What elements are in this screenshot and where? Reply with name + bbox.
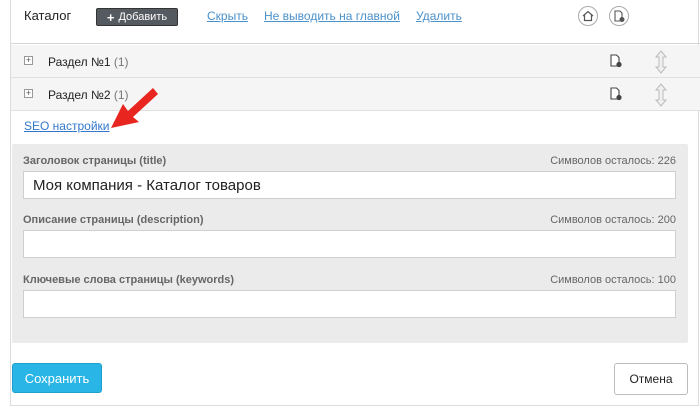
title-field-label: Заголовок страницы (title) (23, 155, 167, 167)
title-input[interactable] (23, 171, 676, 199)
home-icon[interactable] (578, 6, 598, 26)
description-input[interactable] (23, 230, 676, 258)
add-button-label: Добавить (118, 11, 168, 23)
delete-link[interactable]: Удалить (416, 9, 462, 23)
doc-settings-icon[interactable] (609, 6, 629, 26)
catalog-panel: Каталог + Добавить Скрыть Не выводить на… (10, 0, 700, 406)
save-button[interactable]: Сохранить (12, 363, 102, 393)
add-button[interactable]: + Добавить (96, 8, 178, 26)
seo-settings-panel: Заголовок страницы (title) Символов оста… (12, 144, 688, 343)
plus-icon: + (106, 9, 115, 25)
red-arrow-icon (109, 84, 161, 135)
cancel-button[interactable]: Отмена (614, 363, 688, 395)
title-chars-remaining: Символов осталось: 226 (550, 155, 676, 167)
section-label: Раздел №1 (1) (48, 55, 129, 69)
doc-settings-icon[interactable] (609, 54, 623, 73)
doc-settings-icon[interactable] (609, 87, 623, 106)
seo-settings-link[interactable]: SEO настройки (24, 119, 109, 133)
section-row[interactable]: + Раздел №1 (1) (11, 45, 700, 78)
drag-sort-icon[interactable] (654, 83, 668, 112)
expand-icon[interactable]: + (24, 56, 33, 65)
keywords-input[interactable] (23, 290, 676, 318)
hide-link[interactable]: Скрыть (207, 9, 248, 23)
catalog-title: Каталог (24, 8, 72, 23)
hide-from-main-link[interactable]: Не выводить на главной (264, 9, 400, 23)
keywords-chars-remaining: Символов осталось: 100 (550, 274, 676, 286)
description-chars-remaining: Символов осталось: 200 (550, 214, 676, 226)
catalog-header: Каталог + Добавить Скрыть Не выводить на… (11, 0, 700, 44)
expand-icon[interactable]: + (24, 89, 33, 98)
keywords-field-label: Ключевые слова страницы (keywords) (23, 274, 235, 286)
description-field-label: Описание страницы (description) (23, 214, 204, 226)
drag-sort-icon[interactable] (654, 50, 668, 79)
